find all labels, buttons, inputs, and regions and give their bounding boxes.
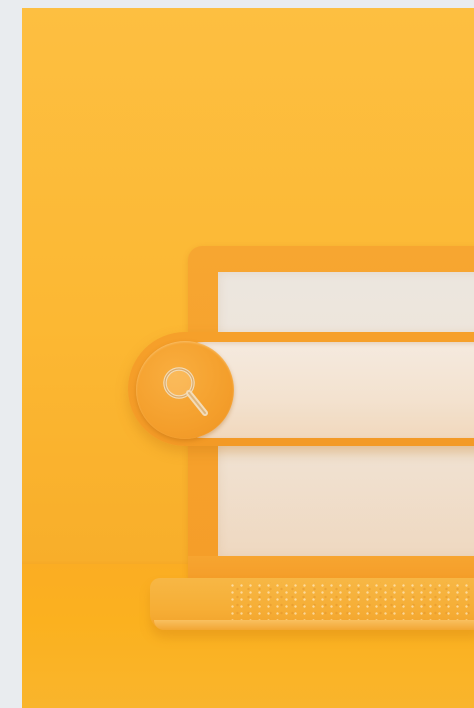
laptop-base-edge (154, 620, 474, 630)
laptop-keyboard (228, 582, 474, 622)
magnifier-icon (163, 367, 208, 416)
illustration-canvas (22, 8, 474, 708)
